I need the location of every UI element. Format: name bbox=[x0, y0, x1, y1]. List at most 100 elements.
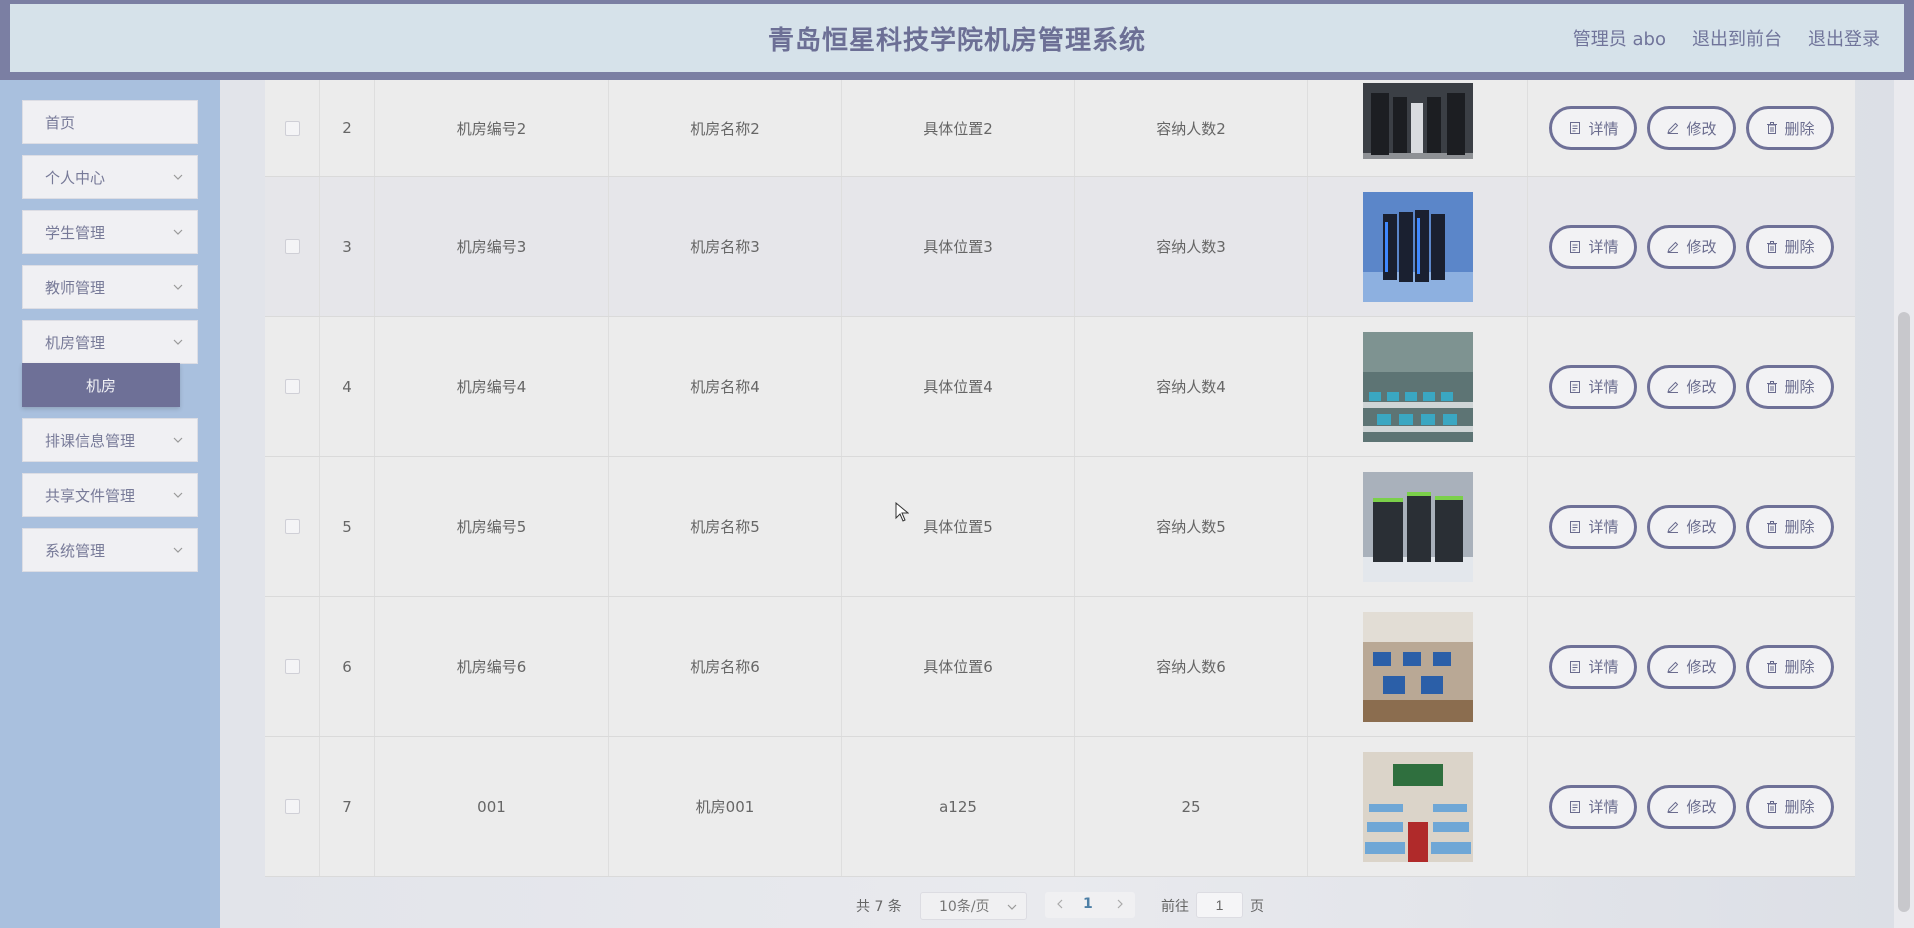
sidebar: 首页 个人中心 学生管理 教师管理 机房管理 机房 排课信息管理 共享文件管理 … bbox=[0, 80, 220, 928]
row-actions: 详情 修改 删除 bbox=[1528, 177, 1855, 316]
chevron-down-icon bbox=[173, 229, 183, 235]
sidebar-subitem-room[interactable]: 机房 bbox=[22, 363, 180, 407]
edit-button[interactable]: 修改 bbox=[1647, 644, 1736, 689]
delete-button[interactable]: 删除 bbox=[1745, 106, 1834, 150]
document-icon bbox=[1570, 520, 1581, 533]
row-checkbox[interactable] bbox=[284, 239, 300, 254]
room-capacity: 容纳人数4 bbox=[1075, 317, 1308, 456]
row-select-cell bbox=[265, 737, 320, 876]
chevron-down-icon bbox=[1007, 904, 1017, 910]
room-image[interactable] bbox=[1362, 331, 1473, 442]
chevron-right-icon[interactable] bbox=[1113, 897, 1127, 911]
table-row[interactable]: 5 机房编号5 机房名称5 具体位置5 容纳人数5 详情 修改 删除 bbox=[265, 457, 1855, 597]
row-select-cell bbox=[265, 80, 320, 176]
room-image[interactable] bbox=[1362, 611, 1473, 722]
sidebar-item-personal-center[interactable]: 个人中心 bbox=[22, 155, 198, 199]
row-index: 3 bbox=[320, 177, 375, 316]
room-image-cell bbox=[1308, 597, 1528, 736]
table-row[interactable]: 2 机房编号2 机房名称2 具体位置2 容纳人数2 详情 修改 删除 bbox=[265, 80, 1855, 177]
row-actions: 详情 修改 删除 bbox=[1528, 457, 1855, 596]
edit-button-label: 修改 bbox=[1686, 658, 1717, 676]
sidebar-item-label: 共享文件管理 bbox=[45, 486, 136, 505]
row-index: 5 bbox=[320, 457, 375, 596]
edit-button-label: 修改 bbox=[1686, 119, 1717, 138]
goto-suffix: 页 bbox=[1250, 899, 1264, 915]
row-checkbox[interactable] bbox=[284, 379, 300, 394]
delete-button[interactable]: 删除 bbox=[1745, 364, 1834, 409]
sidebar-item-rooms[interactable]: 机房管理 bbox=[22, 320, 198, 364]
detail-button[interactable]: 详情 bbox=[1549, 224, 1638, 269]
sidebar-item-teachers[interactable]: 教师管理 bbox=[22, 265, 198, 309]
detail-button[interactable]: 详情 bbox=[1549, 364, 1638, 409]
sidebar-item-students[interactable]: 学生管理 bbox=[22, 210, 198, 254]
document-icon bbox=[1570, 240, 1581, 253]
document-icon bbox=[1570, 380, 1581, 393]
row-checkbox[interactable] bbox=[284, 120, 300, 136]
row-checkbox[interactable] bbox=[284, 519, 300, 534]
detail-button-label: 详情 bbox=[1588, 658, 1619, 676]
sidebar-item-schedule[interactable]: 排课信息管理 bbox=[22, 418, 198, 462]
detail-button-label: 详情 bbox=[1588, 798, 1619, 816]
current-user: 管理员 abo bbox=[1572, 29, 1666, 50]
row-index: 4 bbox=[320, 317, 375, 456]
room-name: 机房名称4 bbox=[609, 317, 842, 456]
row-select-cell bbox=[265, 317, 320, 456]
detail-button-label: 详情 bbox=[1588, 518, 1619, 536]
edit-button[interactable]: 修改 bbox=[1647, 224, 1736, 269]
detail-button[interactable]: 详情 bbox=[1549, 784, 1638, 829]
room-image[interactable] bbox=[1362, 83, 1473, 159]
sidebar-item-shared-files[interactable]: 共享文件管理 bbox=[22, 473, 198, 517]
goto-label: 前往 bbox=[1161, 899, 1189, 915]
row-select-cell bbox=[265, 597, 320, 736]
room-number: 机房编号4 bbox=[375, 317, 609, 456]
pencil-icon bbox=[1667, 661, 1679, 673]
page-size-select[interactable]: 10条/页 bbox=[920, 892, 1027, 920]
chevron-down-icon bbox=[173, 547, 183, 553]
mouse-cursor-icon bbox=[895, 502, 909, 522]
scrollbar[interactable] bbox=[1894, 80, 1914, 928]
goto-page-input[interactable] bbox=[1196, 892, 1243, 918]
edit-button[interactable]: 修改 bbox=[1647, 364, 1736, 409]
trash-icon bbox=[1766, 122, 1777, 134]
trash-icon bbox=[1766, 520, 1777, 533]
current-page[interactable]: 1 bbox=[1083, 896, 1093, 912]
room-image[interactable] bbox=[1362, 471, 1473, 582]
delete-button[interactable]: 删除 bbox=[1745, 784, 1834, 829]
detail-button[interactable]: 详情 bbox=[1549, 106, 1638, 150]
sidebar-item-system[interactable]: 系统管理 bbox=[22, 528, 198, 572]
detail-button[interactable]: 详情 bbox=[1549, 644, 1638, 689]
room-number: 机房编号2 bbox=[375, 80, 609, 176]
table-row[interactable]: 7 001 机房001 a125 25 详情 修改 删除 bbox=[265, 737, 1855, 877]
room-capacity: 25 bbox=[1075, 737, 1308, 876]
chevron-down-icon bbox=[173, 492, 183, 498]
logout-link[interactable]: 退出登录 bbox=[1808, 25, 1880, 51]
main-content: 2 机房编号2 机房名称2 具体位置2 容纳人数2 详情 修改 删除 3 机房编号3 机房名称3 具体… bbox=[220, 80, 1894, 928]
edit-button[interactable]: 修改 bbox=[1647, 504, 1736, 549]
edit-button[interactable]: 修改 bbox=[1647, 784, 1736, 829]
row-index: 7 bbox=[320, 737, 375, 876]
room-image[interactable] bbox=[1362, 751, 1473, 862]
row-checkbox[interactable] bbox=[284, 659, 300, 674]
pencil-icon bbox=[1667, 521, 1679, 533]
pencil-icon bbox=[1667, 381, 1679, 393]
detail-button[interactable]: 详情 bbox=[1549, 504, 1638, 549]
rooms-table: 2 机房编号2 机房名称2 具体位置2 容纳人数2 详情 修改 删除 3 机房编号3 机房名称3 具体… bbox=[265, 80, 1855, 877]
page-title: 青岛恒星科技学院机房管理系统 bbox=[767, 25, 1146, 56]
page-nav: 1 bbox=[1045, 892, 1135, 918]
chevron-left-icon[interactable] bbox=[1053, 897, 1067, 911]
room-image-cell bbox=[1308, 457, 1528, 596]
row-checkbox[interactable] bbox=[284, 799, 300, 814]
table-row[interactable]: 3 机房编号3 机房名称3 具体位置3 容纳人数3 详情 修改 删除 bbox=[265, 177, 1855, 317]
sidebar-item-home[interactable]: 首页 bbox=[22, 100, 198, 144]
table-row[interactable]: 6 机房编号6 机房名称6 具体位置6 容纳人数6 详情 修改 删除 bbox=[265, 597, 1855, 737]
delete-button-label: 删除 bbox=[1784, 798, 1815, 816]
delete-button[interactable]: 删除 bbox=[1745, 644, 1834, 689]
room-image[interactable] bbox=[1362, 191, 1473, 302]
edit-button[interactable]: 修改 bbox=[1647, 106, 1736, 150]
table-row[interactable]: 4 机房编号4 机房名称4 具体位置4 容纳人数4 详情 修改 删除 bbox=[265, 317, 1855, 457]
pencil-icon bbox=[1667, 122, 1679, 134]
exit-to-front-link[interactable]: 退出到前台 bbox=[1692, 25, 1782, 51]
delete-button[interactable]: 删除 bbox=[1745, 224, 1834, 269]
delete-button[interactable]: 删除 bbox=[1745, 504, 1834, 549]
scrollbar-thumb[interactable] bbox=[1898, 312, 1910, 912]
